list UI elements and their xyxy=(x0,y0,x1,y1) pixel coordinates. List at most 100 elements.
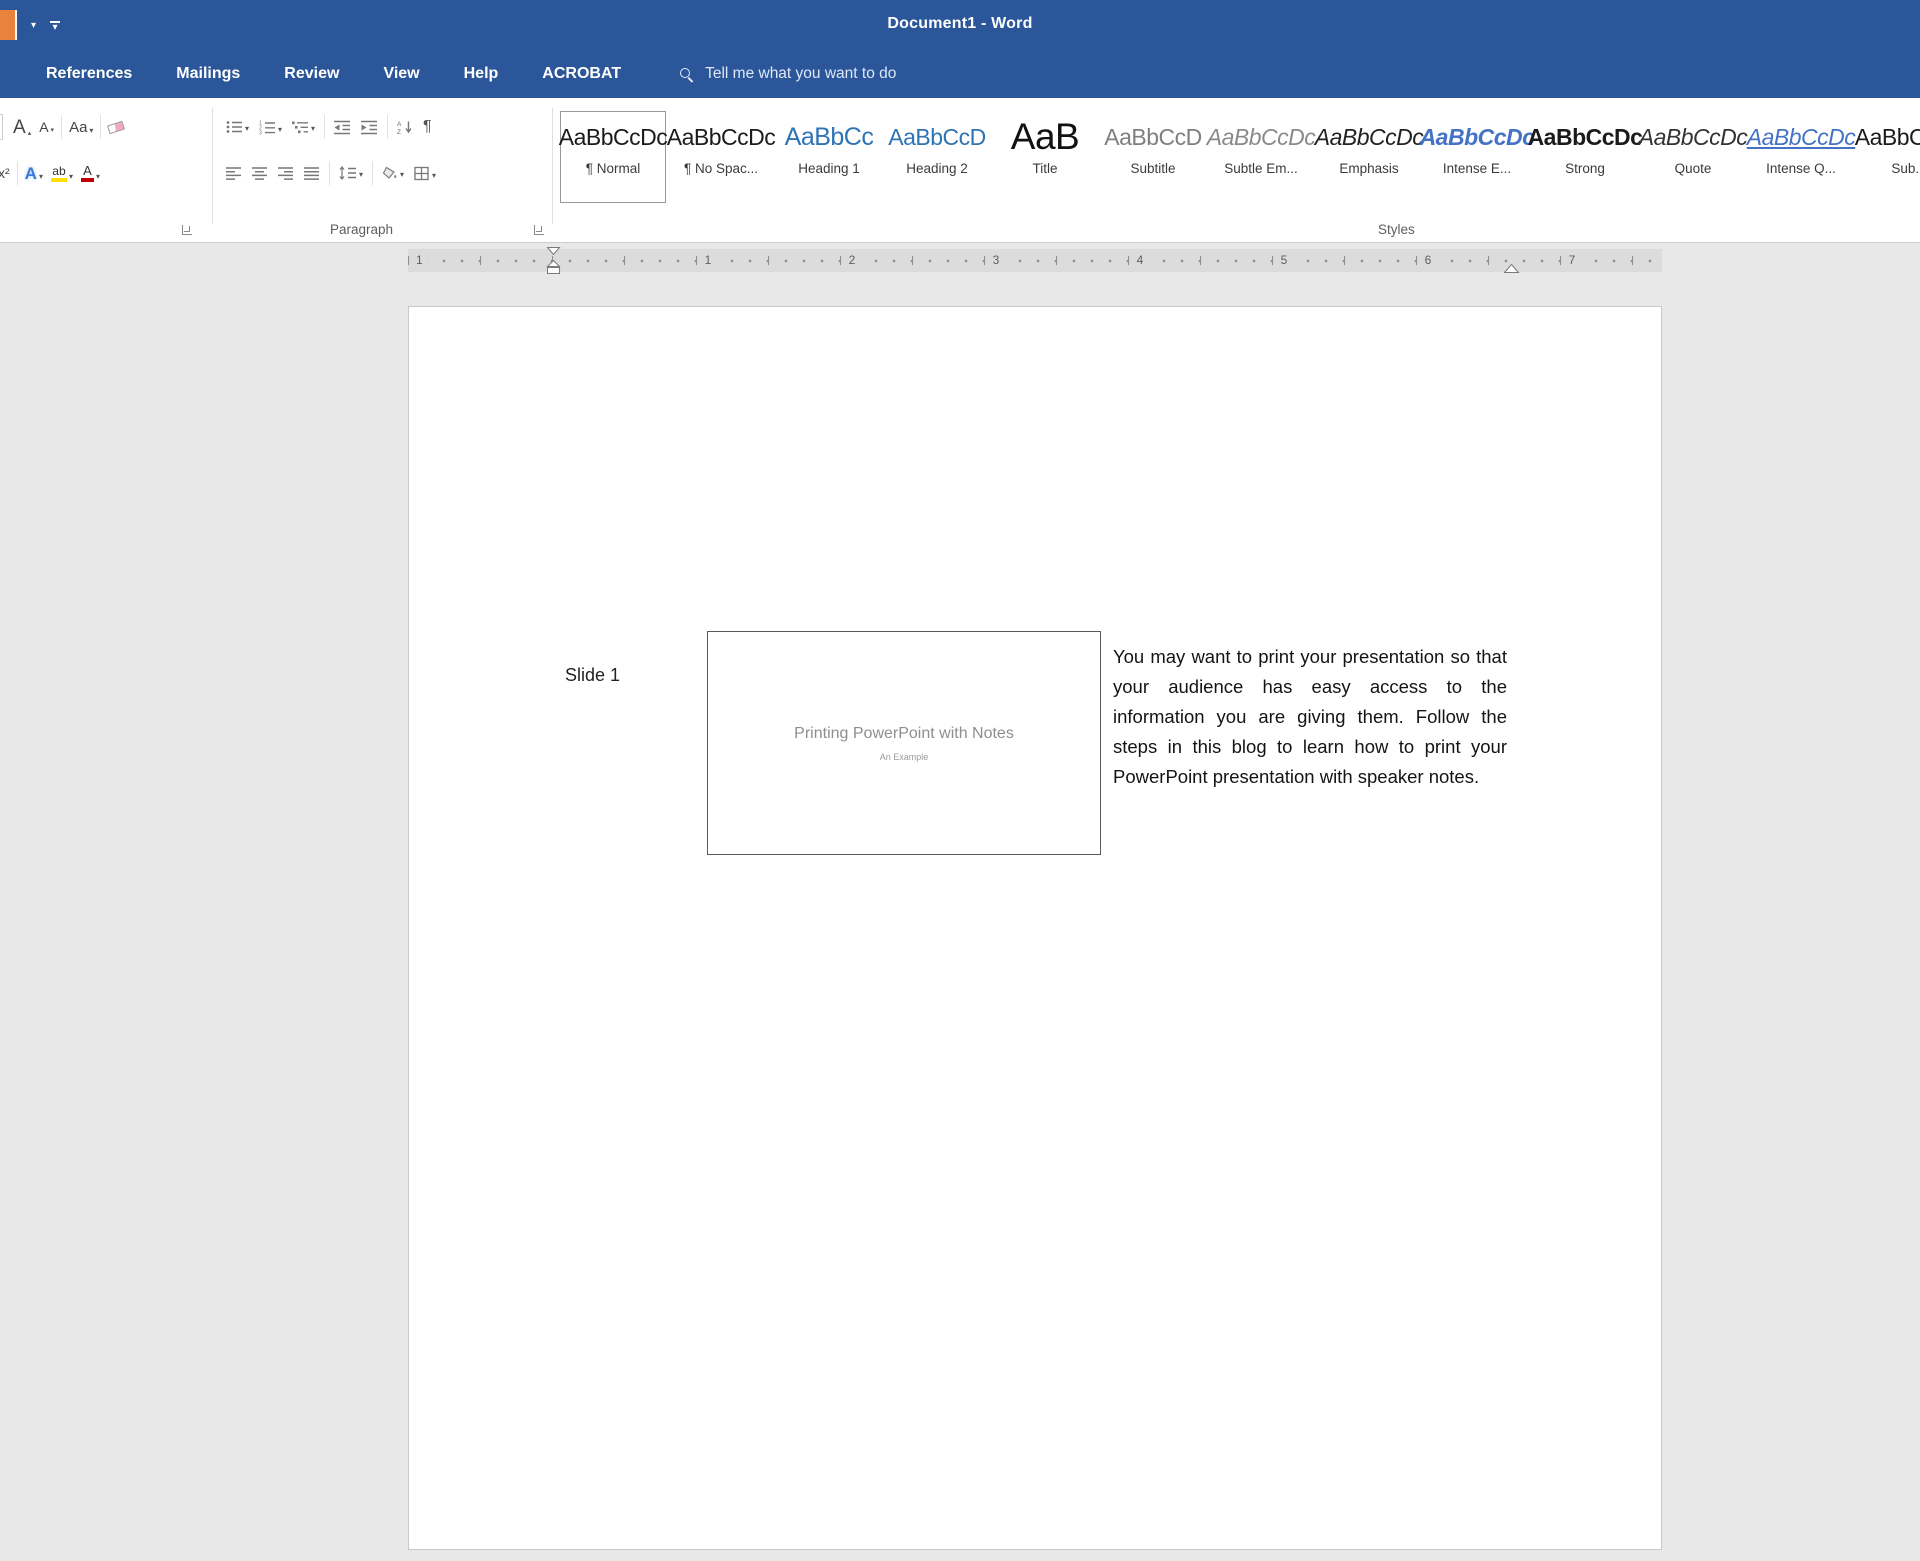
text-effects-icon: A xyxy=(25,165,37,182)
window-title: Document1 - Word xyxy=(0,15,1920,33)
style-card-quote[interactable]: AaBbCcDc Quote xyxy=(1640,111,1746,203)
bullet-list-icon xyxy=(226,120,243,134)
tab-references[interactable]: References xyxy=(46,65,132,83)
slide-thumbnail-title: Printing PowerPoint with Notes xyxy=(794,725,1014,743)
text-effects-button[interactable]: A▾ xyxy=(21,162,47,185)
borders-icon xyxy=(414,166,430,181)
line-spacing-button[interactable]: ▾ xyxy=(335,163,367,183)
decrease-indent-button[interactable] xyxy=(330,117,355,138)
paragraph-dialog-launcher[interactable] xyxy=(534,225,544,235)
numbered-list-button[interactable]: 123 ▾ xyxy=(255,117,286,138)
style-card-strong[interactable]: AaBbCcDc Strong xyxy=(1532,111,1638,203)
tab-mailings[interactable]: Mailings xyxy=(176,65,240,83)
title-bar: ▾ ▾ Document1 - Word xyxy=(0,0,1920,50)
styles-group-label: Styles xyxy=(1378,222,1415,237)
chevron-down-icon: ▾ xyxy=(69,172,73,182)
style-card-normal[interactable]: AaBbCcDc ¶ Normal xyxy=(560,111,666,203)
right-indent-marker[interactable] xyxy=(1504,261,1520,279)
ribbon-tab-bar: References Mailings Review View Help ACR… xyxy=(0,50,1920,98)
slide-thumbnail-subtitle: An Example xyxy=(880,752,929,762)
align-center-button[interactable] xyxy=(248,164,272,183)
style-card-intense-emphasis[interactable]: AaBbCcDc Intense E... xyxy=(1424,111,1530,203)
style-card-heading2[interactable]: AaBbCcD Heading 2 xyxy=(884,111,990,203)
tab-view[interactable]: View xyxy=(383,65,419,83)
borders-button[interactable]: ▾ xyxy=(410,163,440,184)
superscript-button[interactable]: x² xyxy=(0,162,14,184)
chevron-down-icon: ▾ xyxy=(96,172,100,182)
cropped-control xyxy=(0,114,3,140)
svg-text:Z: Z xyxy=(397,129,401,135)
separator xyxy=(372,161,373,185)
style-card-subtle-emphasis[interactable]: AaBbCcDc Subtle Em... xyxy=(1208,111,1314,203)
separator xyxy=(387,115,388,139)
separator xyxy=(100,115,101,139)
increase-indent-icon xyxy=(361,120,378,135)
bullet-list-button[interactable]: ▾ xyxy=(222,117,253,137)
shading-button[interactable]: ▾ xyxy=(378,163,408,183)
line-spacing-icon xyxy=(339,166,357,180)
shading-icon xyxy=(382,166,398,180)
slide-number-label[interactable]: Slide 1 xyxy=(565,665,620,686)
ruler-number: 1 xyxy=(701,252,716,268)
font-color-button[interactable]: A ▾ xyxy=(77,161,104,185)
multilevel-list-button[interactable]: ▾ xyxy=(288,117,319,137)
style-card-heading1[interactable]: AaBbCc Heading 1 xyxy=(776,111,882,203)
horizontal-ruler[interactable]: 1 1 2 3 4 5 6 7 xyxy=(408,249,1662,272)
justify-icon xyxy=(304,167,320,180)
style-card-subtitle[interactable]: AaBbCcD Subtitle xyxy=(1100,111,1206,203)
clear-formatting-button[interactable] xyxy=(104,120,128,135)
justify-button[interactable] xyxy=(300,164,324,183)
style-card-emphasis[interactable]: AaBbCcDc Emphasis xyxy=(1316,111,1422,203)
paragraph-group-label: Paragraph xyxy=(330,222,393,237)
ruler-number: 4 xyxy=(1133,252,1148,268)
align-left-icon xyxy=(226,167,242,180)
show-paragraph-marks-button[interactable]: ¶ xyxy=(419,115,436,139)
left-indent-marker[interactable] xyxy=(546,247,562,282)
shrink-font-button[interactable]: A▾ xyxy=(35,117,58,137)
chevron-down-icon: ▾ xyxy=(432,171,436,181)
separator xyxy=(329,161,330,185)
svg-text:3: 3 xyxy=(259,130,262,134)
tab-review[interactable]: Review xyxy=(284,65,339,83)
separator xyxy=(61,115,62,139)
ruler-number: 7 xyxy=(1565,252,1580,268)
chevron-down-icon: ▾ xyxy=(311,124,315,134)
align-right-button[interactable] xyxy=(274,164,298,183)
down-triangle-icon: ▾ xyxy=(51,126,55,134)
paragraph-group: ▾ 123 ▾ ▾ AZ ¶ xyxy=(220,98,552,242)
change-case-button[interactable]: Aa▾ xyxy=(65,116,97,139)
ruler-number: 3 xyxy=(989,252,1004,268)
ruler-number: 5 xyxy=(1277,252,1292,268)
sort-az-icon: AZ xyxy=(397,120,413,135)
document-area: Slide 1 Printing PowerPoint with Notes A… xyxy=(0,279,1920,1561)
align-left-button[interactable] xyxy=(222,164,246,183)
style-card-title[interactable]: AaB Title xyxy=(992,111,1098,203)
sort-button[interactable]: AZ xyxy=(393,117,417,138)
styles-group: AaBbCcDc ¶ Normal AaBbCcDc ¶ No Spac... … xyxy=(558,98,1920,242)
slide-thumbnail[interactable]: Printing PowerPoint with Notes An Exampl… xyxy=(707,631,1101,855)
up-triangle-icon: ▴ xyxy=(28,129,32,137)
separator xyxy=(17,161,18,185)
chevron-down-icon: ▾ xyxy=(400,170,404,180)
font-dialog-launcher[interactable] xyxy=(182,225,192,235)
text-highlight-button[interactable]: ab ▾ xyxy=(47,162,77,185)
chevron-down-icon: ▾ xyxy=(39,172,43,182)
chevron-down-icon: ▾ xyxy=(359,170,363,180)
tell-me-search[interactable]: Tell me what you want to do xyxy=(679,65,896,83)
style-card-subtle-reference[interactable]: AaBbCcDc Sub... xyxy=(1856,111,1920,203)
align-center-icon xyxy=(252,167,268,180)
font-color-icon: A xyxy=(81,164,94,182)
styles-gallery: AaBbCcDc ¶ Normal AaBbCcDc ¶ No Spac... … xyxy=(560,111,1920,203)
align-right-icon xyxy=(278,167,294,180)
eraser-icon xyxy=(107,120,125,134)
highlight-icon: ab xyxy=(51,165,67,182)
grow-font-button[interactable]: A▴ xyxy=(9,115,35,140)
document-page[interactable]: Slide 1 Printing PowerPoint with Notes A… xyxy=(408,306,1662,1550)
speaker-notes-text[interactable]: You may want to print your presentation … xyxy=(1113,642,1507,792)
style-card-no-spacing[interactable]: AaBbCcDc ¶ No Spac... xyxy=(668,111,774,203)
tab-acrobat[interactable]: ACROBAT xyxy=(542,65,621,83)
tab-help[interactable]: Help xyxy=(464,65,499,83)
style-card-intense-quote[interactable]: AaBbCcDc Intense Q... xyxy=(1748,111,1854,203)
chevron-down-icon: ▾ xyxy=(89,126,93,136)
increase-indent-button[interactable] xyxy=(357,117,382,138)
